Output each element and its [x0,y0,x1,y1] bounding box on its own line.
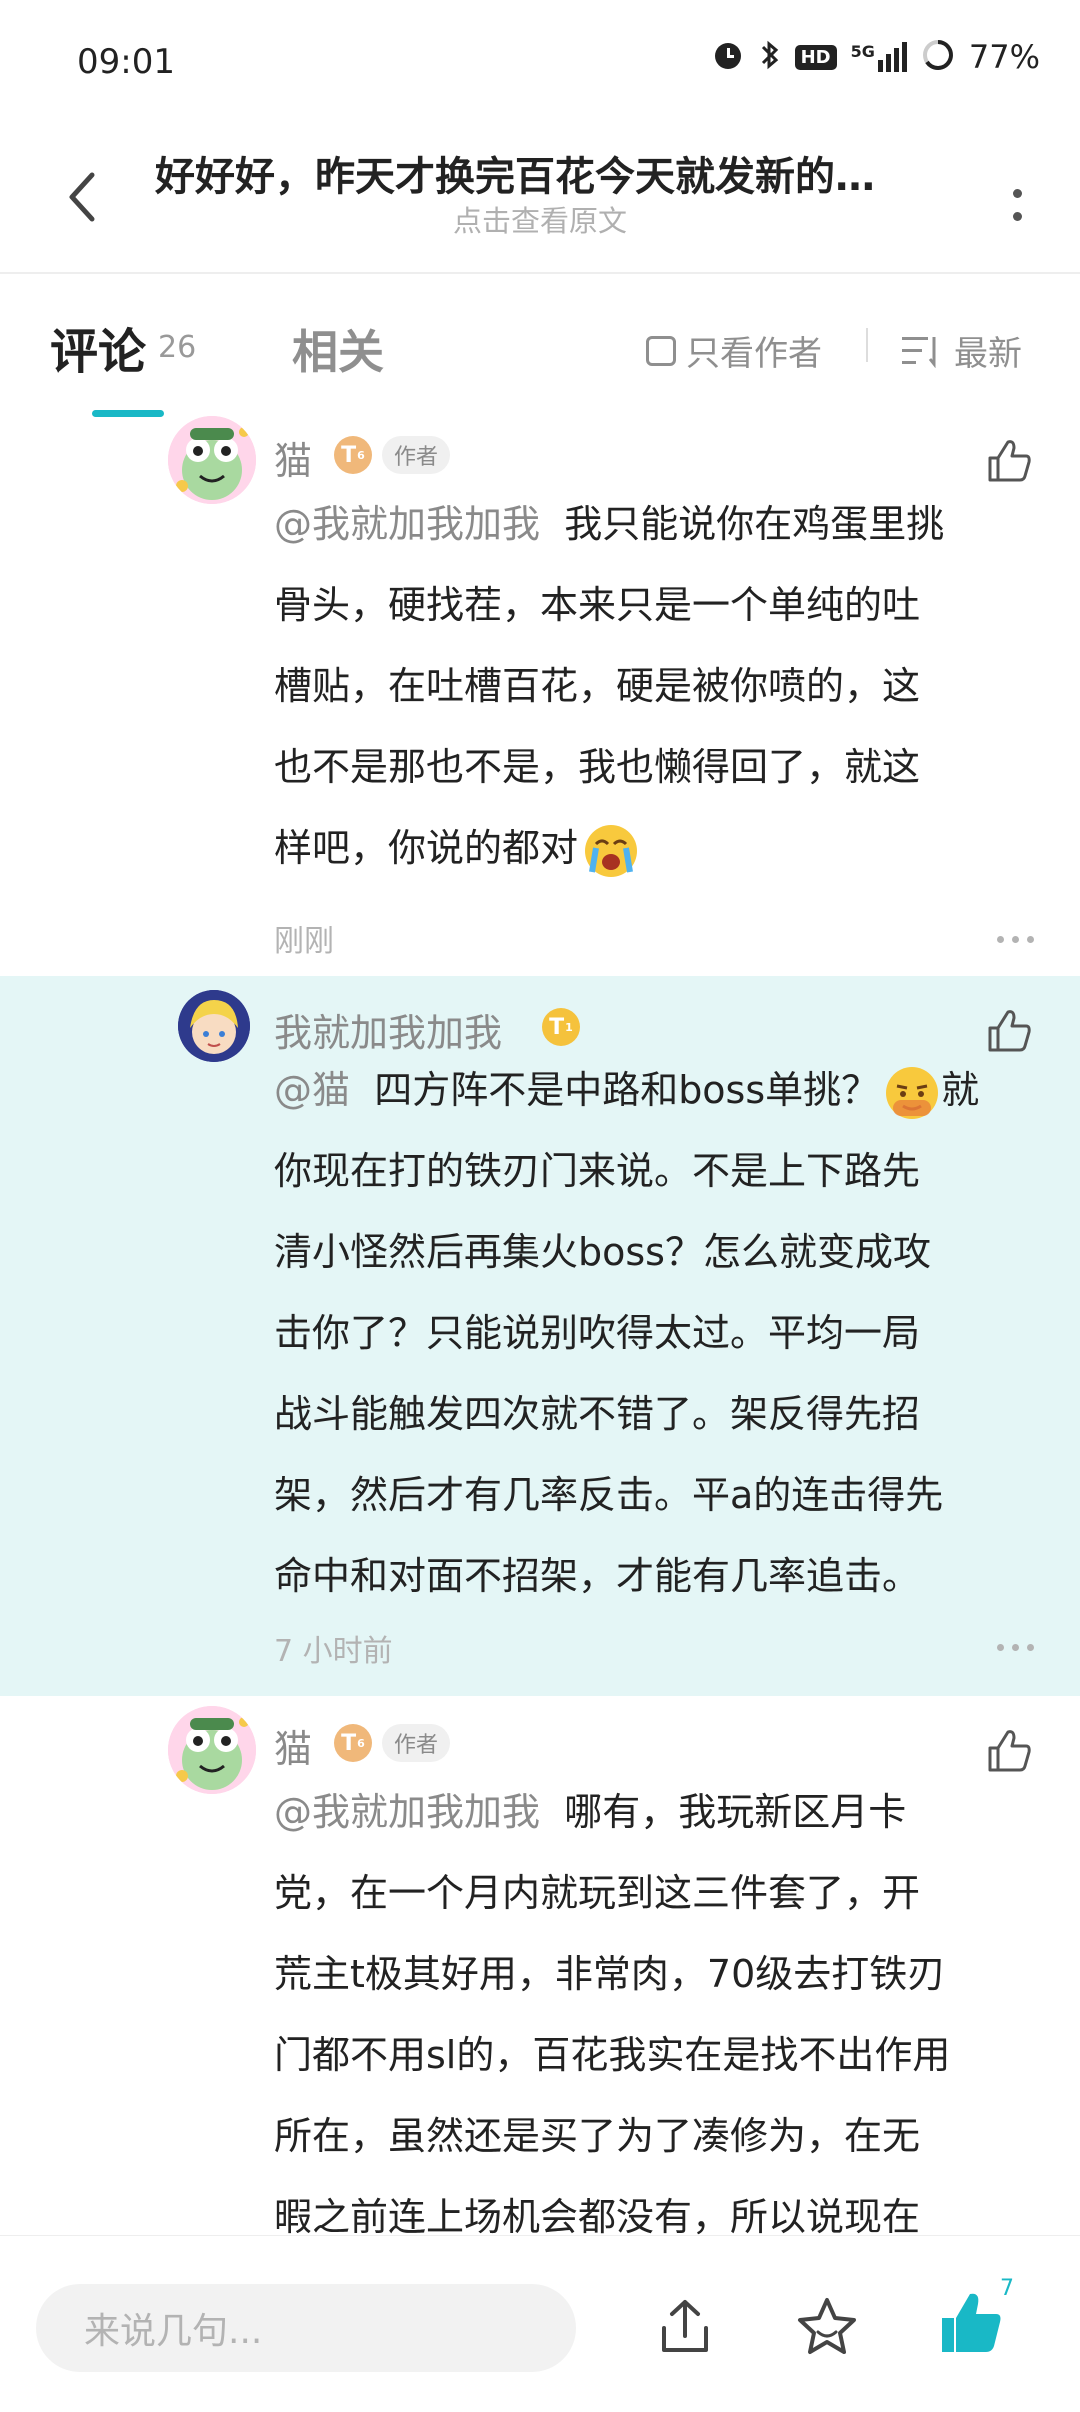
comment-line: 骨头，硬找茬，本来只是一个单纯的吐 [274,583,921,627]
level-badge-number: 6 [357,448,365,462]
view-original-link[interactable]: 点击查看原文 [0,198,1080,240]
level-badge: T6 [334,436,372,474]
avatar[interactable] [168,1706,256,1794]
level-badge-number: 1 [565,1020,573,1034]
sort-button[interactable]: 最新 [900,326,1022,375]
mention-link[interactable]: @我就加我加我 [274,1790,540,1834]
status-time: 09:01 [77,42,175,82]
comment-item: 猫 T6 作者 @我就加我加我 哪有，我玩新区月卡 党，在一个月内就玩到这三件套… [0,1696,1080,2236]
author-tag: 作者 [382,1724,451,1762]
star-icon[interactable] [794,2294,860,2360]
comment-line: 你现在打的铁刃门来说。不是上下路先 [274,1149,921,1193]
comment-line: 党，在一个月内就玩到这三件套了，开 [274,1871,921,1915]
battery-level: 77% [968,38,1040,76]
bottom-action-bar: 来说几句... 7 [0,2236,1080,2412]
thumbs-up-icon[interactable] [984,436,1034,486]
comment-list: 猫 T6 作者 @我就加我加我 我只能说你在鸡蛋里挑 骨头，硬找茬，本来只是一个… [0,416,1080,2236]
comment-line: 所在，虽然还是买了为了凑修为，在无 [274,2114,921,2158]
comment-line: 样吧，你说的都对 [274,826,579,870]
comment-time: 刚刚 [274,924,334,959]
comment-item: 猫 T6 作者 @我就加我加我 我只能说你在鸡蛋里挑 骨头，硬找茬，本来只是一个… [0,416,1080,976]
comment-line: 荒主t极其好用，非常肉，70级去打铁刃 [274,1952,946,1996]
comment-item: 我就加我加我 T1 @猫 四方阵不是中路和boss单挑？ 就 你现在打的铁刃门来说… [0,976,1080,1696]
comment-line: 命中和对面不招架，才能有几率追击。 [274,1554,921,1598]
top-header: 好好好，昨天才换完百花今天就发新的… 点击查看原文 [0,120,1080,274]
comment-username[interactable]: 我就加我加我 [274,1002,502,1057]
battery-icon [921,38,955,76]
like-count: 7 [1000,2276,1014,2301]
comment-line: 架，然后才有几率反击。平a的连击得先 [274,1473,944,1517]
level-badge: T1 [542,1008,580,1046]
comment-body: @猫 四方阵不是中路和boss单挑？ 就 你现在打的铁刃门来说。不是上下路先 清小… [274,1050,1034,1617]
level-badge-label: T [341,442,357,468]
alarm-icon [711,38,745,76]
mention-link[interactable]: @我就加我加我 [274,502,540,546]
comment-line: 战斗能触发四次就不错了。架反得先招 [274,1392,921,1436]
thumbs-up-icon[interactable] [984,1726,1034,1776]
more-dot-icon [1012,212,1022,221]
tab-related[interactable]: 相关 [292,316,384,382]
comment-more-button[interactable] [997,936,1034,943]
frog-avatar-icon [168,416,256,504]
comment-time: 7 小时前 [274,1634,393,1669]
post-title[interactable]: 好好好，昨天才换完百花今天就发新的… [155,144,925,202]
comment-line: 我只能说你在鸡蛋里挑 [564,502,945,546]
comment-line: 也不是那也不是，我也懒得回了，就这 [274,745,921,789]
comment-line: 击你了？只能说别吹得太过。平均一局 [274,1311,921,1355]
comment-input[interactable]: 来说几句... [36,2284,576,2372]
status-icons: HD 5G 77% [711,38,1040,76]
comment-username[interactable]: 猫 [274,430,312,485]
bluetooth-icon [759,38,781,76]
comment-line: 门都不用sl的，百花我实在是找不出作用 [274,2033,951,2077]
signal-5g-icon: 5G [851,42,907,72]
comment-line: 就 [941,1068,980,1112]
comment-line: 四方阵不是中路和boss单挑？ [374,1068,880,1112]
avatar[interactable] [168,416,256,504]
network-label: 5G [850,42,875,61]
level-badge-label: T [549,1014,565,1040]
author-tag: 作者 [382,436,451,474]
comment-line: 槽贴，在吐槽百花，硬是被你喷的，这 [274,664,921,708]
comment-more-button[interactable] [997,1644,1034,1651]
more-dot-icon [1012,189,1022,198]
comment-body: @我就加我加我 哪有，我玩新区月卡 党，在一个月内就玩到这三件套了，开 荒主t极… [274,1772,1034,2236]
thumbs-up-icon[interactable] [984,1006,1034,1056]
comments-count: 26 [158,330,197,365]
status-bar: 09:01 HD 5G 77% [0,0,1080,120]
filter-divider [866,328,868,362]
comment-username[interactable]: 猫 [274,1718,312,1773]
share-icon[interactable] [652,2294,718,2360]
checkbox-icon [646,335,676,366]
sort-label: 最新 [954,334,1022,374]
flirty-face-icon [886,1066,939,1119]
more-options-button[interactable] [1002,170,1032,240]
thumbs-up-filled-icon[interactable] [936,2288,1006,2358]
girl-avatar-icon [178,990,250,1062]
comment-line: 哪有，我玩新区月卡 [564,1790,907,1834]
crying-face-icon [585,824,638,877]
level-badge-number: 6 [357,1736,365,1750]
comment-line: 暇之前连上场机会都没有，所以说现在 [274,2195,921,2236]
level-badge: T6 [334,1724,372,1762]
level-badge-label: T [341,1730,357,1756]
author-only-label: 只看作者 [686,334,822,374]
sort-icon [902,336,936,368]
comment-tabs: 评论 26 相关 只看作者 最新 [0,272,1080,420]
avatar[interactable] [178,990,250,1062]
frog-avatar-icon [168,1706,256,1794]
tab-comments[interactable]: 评论 [50,312,146,382]
comment-line: 清小怪然后再集火boss？怎么就变成攻 [274,1230,931,1274]
author-only-filter[interactable]: 只看作者 [646,326,822,375]
mention-link[interactable]: @猫 [274,1068,350,1112]
hd-icon: HD [794,44,837,70]
comment-body: @我就加我加我 我只能说你在鸡蛋里挑 骨头，硬找茬，本来只是一个单纯的吐 槽贴，… [274,484,1034,889]
